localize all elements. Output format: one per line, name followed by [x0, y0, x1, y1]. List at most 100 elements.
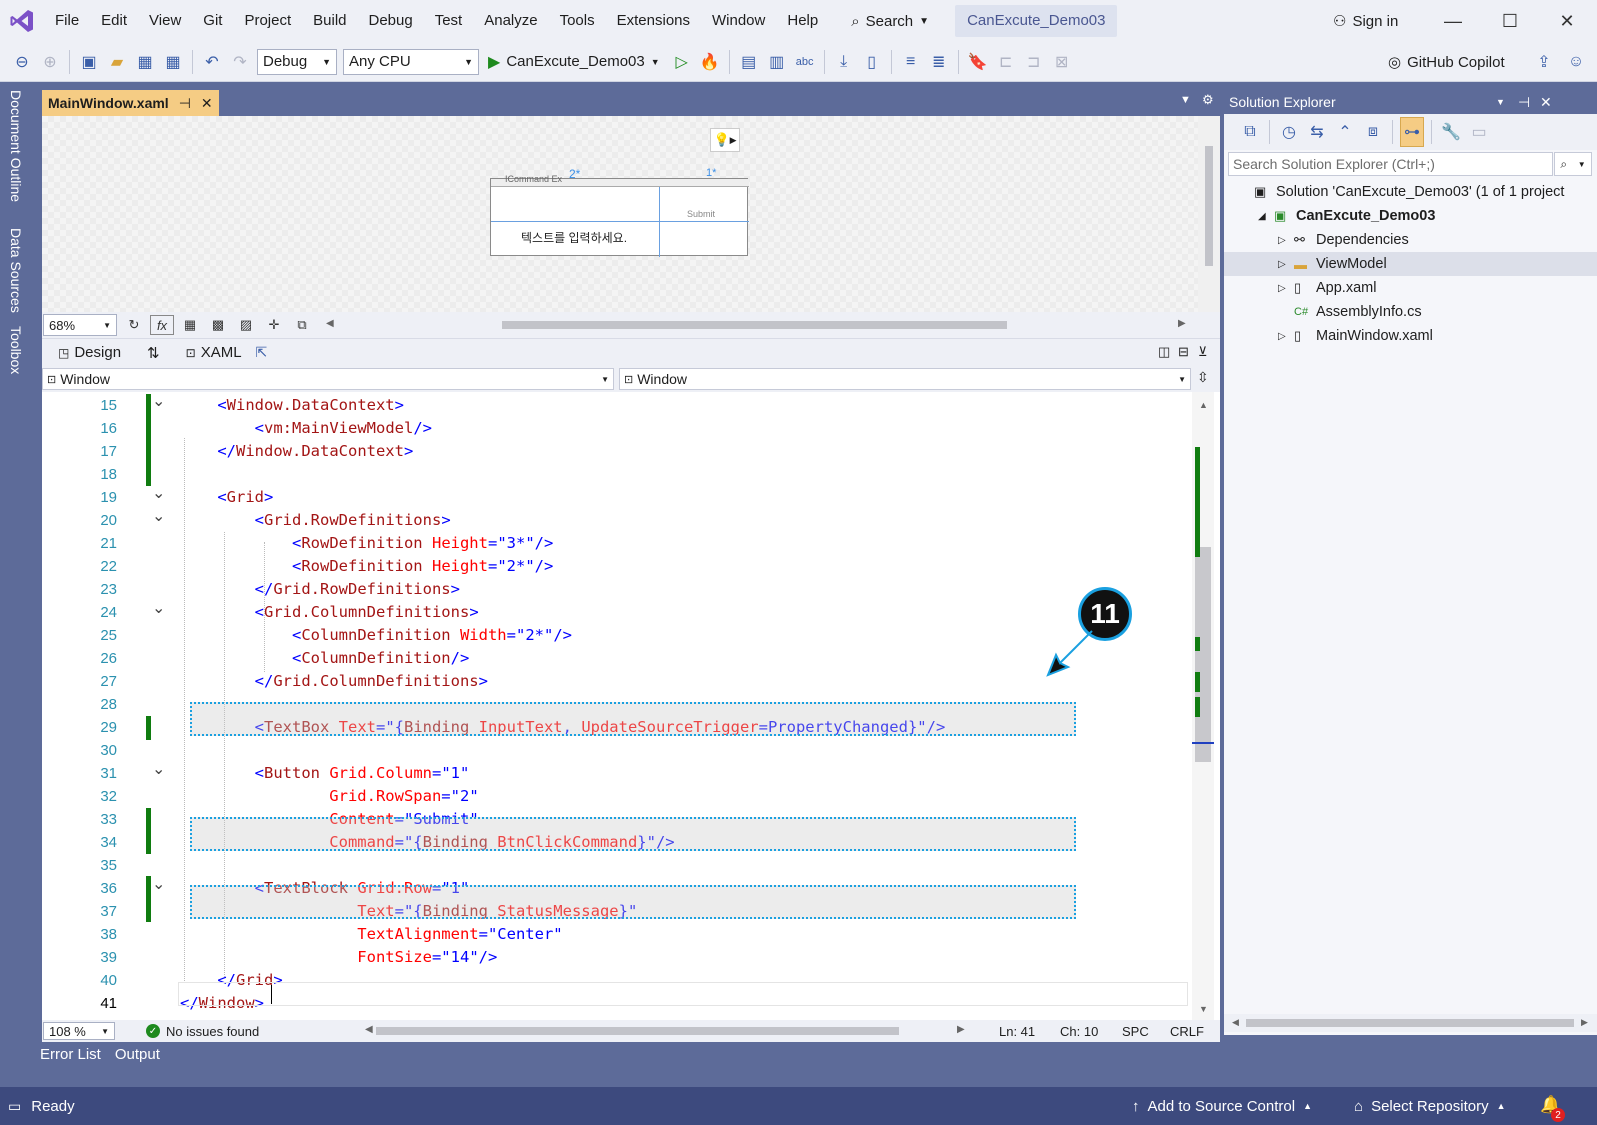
solution-search-input[interactable]: Search Solution Explorer (Ctrl+;): [1228, 152, 1553, 176]
tree-item[interactable]: ▷ ⚯ Dependencies: [1224, 228, 1597, 252]
browse-icon[interactable]: ▤: [737, 47, 761, 77]
menu-item-test[interactable]: Test: [424, 0, 474, 42]
toolbox-tab[interactable]: Toolbox: [8, 326, 24, 374]
scroll-right-icon[interactable]: ▶: [1178, 318, 1186, 329]
indent-icon[interactable]: ≡: [899, 47, 923, 77]
switch-views-icon[interactable]: ⧉: [1238, 117, 1262, 147]
code-line[interactable]: 26 <ColumnDefinition/>: [42, 647, 1192, 670]
start-debugging-button[interactable]: ▶ CanExcute_Demo03 ▼: [488, 52, 660, 72]
add-to-source-control-button[interactable]: ↑ Add to Source Control ▲: [1132, 1087, 1312, 1125]
menu-item-help[interactable]: Help: [776, 0, 829, 42]
tree-item[interactable]: C# AssemblyInfo.cs: [1224, 300, 1597, 324]
editor-vscroll[interactable]: ▲ ▼: [1192, 392, 1214, 1020]
scroll-down-icon[interactable]: ▼: [1199, 1004, 1208, 1014]
scroll-left-icon[interactable]: ◀: [365, 1024, 373, 1035]
scroll-thumb[interactable]: [1205, 146, 1213, 266]
outdent-icon[interactable]: ≣: [927, 47, 951, 77]
sign-in-button[interactable]: ⚇ Sign in: [1333, 0, 1398, 42]
fold-toggle-icon[interactable]: ⌄: [152, 482, 165, 505]
menu-item-tools[interactable]: Tools: [549, 0, 606, 42]
data-sources-tab[interactable]: Data Sources: [8, 228, 24, 313]
horizontal-split-icon[interactable]: ⊟: [1178, 344, 1189, 360]
bookmark-icon[interactable]: 🔖: [966, 47, 990, 77]
code-line[interactable]: 25 <ColumnDefinition Width="2*"/>: [42, 624, 1192, 647]
code-line[interactable]: 27 </Grid.ColumnDefinitions>: [42, 670, 1192, 693]
close-icon[interactable]: ✕: [1540, 94, 1552, 111]
pin-icon[interactable]: ⊣: [1518, 94, 1530, 111]
minimize-button[interactable]: —: [1425, 0, 1481, 42]
scroll-thumb[interactable]: [1195, 547, 1211, 762]
spell-check-icon[interactable]: abc: [793, 47, 817, 77]
tree-item[interactable]: ▷ ▯ MainWindow.xaml: [1224, 324, 1597, 348]
search-button[interactable]: ⌕ Search ▼: [843, 6, 937, 36]
menu-item-project[interactable]: Project: [233, 0, 302, 42]
step-into-icon[interactable]: ⤓: [832, 47, 856, 77]
redo-icon[interactable]: ↷: [228, 47, 252, 77]
start-without-debugging-icon[interactable]: ▷: [670, 47, 694, 77]
snap-grid-icon[interactable]: ▩: [206, 310, 230, 340]
feedback-icon[interactable]: ☺: [1564, 47, 1588, 77]
xaml-code-editor[interactable]: 15 ⌄ <Window.DataContext> 16 <vm:MainViewM…: [42, 392, 1220, 1020]
expand-arrow-icon[interactable]: ▷: [1278, 283, 1294, 294]
code-line[interactable]: 21 <RowDefinition Height="3*"/>: [42, 532, 1192, 555]
scroll-left-icon[interactable]: ◀: [326, 318, 334, 329]
code-line[interactable]: 19 ⌄ <Grid>: [42, 485, 1192, 509]
menu-item-extensions[interactable]: Extensions: [606, 0, 701, 42]
expand-arrow-icon[interactable]: ▷: [1278, 259, 1294, 270]
sync-icon[interactable]: ⇆: [1305, 117, 1329, 147]
vertical-split-icon[interactable]: ◫: [1158, 344, 1170, 360]
new-project-icon[interactable]: ▣: [77, 47, 101, 77]
layout-icon[interactable]: ▥: [765, 47, 789, 77]
next-bookmark-icon[interactable]: ⊐: [1022, 47, 1046, 77]
code-line[interactable]: 22 <RowDefinition Height="2*"/>: [42, 555, 1192, 578]
fold-toggle-icon[interactable]: ⌄: [152, 873, 165, 896]
line-number-indicator[interactable]: Ln: 41: [999, 1024, 1035, 1039]
select-repository-button[interactable]: ⌂ Select Repository ▲: [1354, 1087, 1506, 1125]
lightbulb-icon[interactable]: 💡 ▶: [710, 128, 740, 152]
menu-item-file[interactable]: File: [44, 0, 90, 42]
show-all-files-icon[interactable]: ⧈: [1361, 117, 1385, 147]
column-indicator[interactable]: Ch: 10: [1060, 1024, 1098, 1039]
editor-hscroll-thumb[interactable]: [376, 1027, 899, 1035]
nav-member-select[interactable]: ⊡ Window ▼: [619, 368, 1191, 390]
code-line[interactable]: 16 <vm:MainViewModel/>: [42, 417, 1192, 440]
scroll-thumb[interactable]: [1246, 1019, 1574, 1027]
menu-item-debug[interactable]: Debug: [358, 0, 424, 42]
code-line[interactable]: 39 FontSize="14"/>: [42, 946, 1192, 969]
code-line[interactable]: 20 ⌄ <Grid.RowDefinitions>: [42, 508, 1192, 532]
expand-arrow-icon[interactable]: ◢: [1258, 211, 1274, 222]
menu-item-window[interactable]: Window: [701, 0, 776, 42]
editor-zoom-select[interactable]: 108 % ▼: [43, 1022, 115, 1040]
code-line[interactable]: 18: [42, 463, 1192, 486]
save-all-icon[interactable]: ▦: [161, 47, 185, 77]
code-line[interactable]: 15 ⌄ <Window.DataContext>: [42, 393, 1192, 417]
split-editor-icon[interactable]: ⇳: [1197, 369, 1209, 386]
tree-item[interactable]: ▷ ▬ ViewModel: [1224, 252, 1597, 276]
tab-error-list[interactable]: Error List: [40, 1046, 101, 1063]
refresh-icon[interactable]: ↻: [122, 310, 146, 340]
fold-toggle-icon[interactable]: ⌄: [152, 597, 165, 620]
open-folder-icon[interactable]: ▰: [105, 47, 129, 77]
code-line[interactable]: 35: [42, 854, 1192, 877]
artboard-icon[interactable]: ▨: [234, 310, 258, 340]
preview-icon[interactable]: ▭: [1467, 117, 1491, 147]
line-ending-indicator[interactable]: CRLF: [1170, 1024, 1204, 1039]
snap-lines-icon[interactable]: ✛: [262, 310, 286, 340]
scroll-right-icon[interactable]: ▶: [1581, 1017, 1588, 1028]
code-line[interactable]: 24 ⌄ <Grid.ColumnDefinitions>: [42, 600, 1192, 624]
settings-gear-icon[interactable]: ⚙: [1202, 92, 1214, 108]
search-options-button[interactable]: ⌕ ▼: [1554, 152, 1592, 176]
designer-vscroll[interactable]: [1198, 116, 1220, 312]
tree-item[interactable]: ▷ ▯ App.xaml: [1224, 276, 1597, 300]
menu-item-view[interactable]: View: [138, 0, 192, 42]
breakpoints-icon[interactable]: ▯: [860, 47, 884, 77]
tree-item[interactable]: ▣ Solution 'CanExcute_Demo03' (1 of 1 pro…: [1224, 180, 1597, 204]
github-copilot-button[interactable]: ◎ GitHub Copilot: [1388, 47, 1505, 77]
platform-select[interactable]: Any CPU ▼: [343, 48, 479, 75]
save-icon[interactable]: ▦: [133, 47, 157, 77]
undo-icon[interactable]: ↶: [200, 47, 224, 77]
menu-item-edit[interactable]: Edit: [90, 0, 138, 42]
code-line[interactable]: 30: [42, 739, 1192, 762]
preview-submit-button[interactable]: Submit: [687, 209, 715, 219]
back-icon[interactable]: ⊖: [10, 47, 34, 77]
